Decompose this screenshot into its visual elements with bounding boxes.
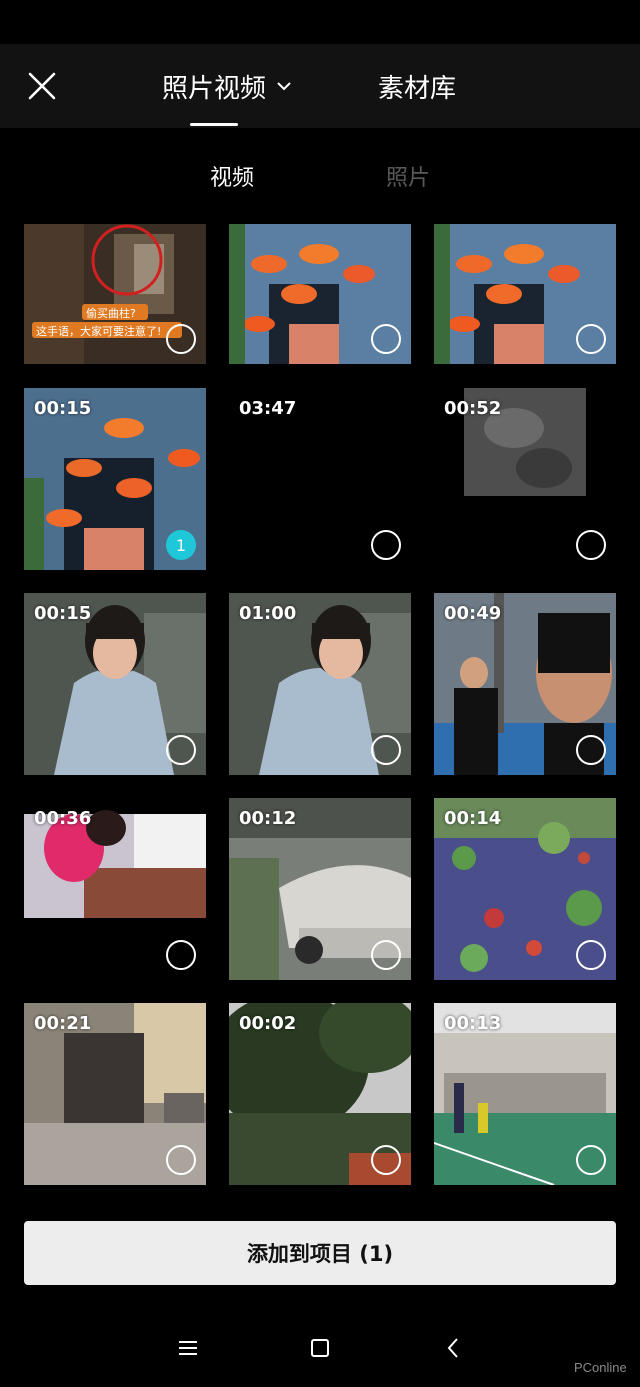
media-thumb[interactable]: 00:52 xyxy=(434,388,616,570)
tab-material-library-label: 素材库 xyxy=(378,73,457,104)
subtab-photo[interactable]: 照片 xyxy=(386,158,430,194)
duration-label: 03:47 xyxy=(239,398,297,419)
media-thumb[interactable]: 00:15 1 xyxy=(24,388,206,570)
back-chevron-icon xyxy=(447,1338,458,1358)
close-button[interactable] xyxy=(22,66,62,106)
select-circle[interactable] xyxy=(371,735,401,765)
nav-back-button[interactable] xyxy=(434,1331,474,1365)
chevron-down-icon xyxy=(277,82,291,91)
selected-badge[interactable]: 1 xyxy=(166,530,196,560)
media-thumb[interactable]: 00:15 xyxy=(24,593,206,775)
duration-label: 00:12 xyxy=(239,808,297,829)
duration-label: 00:52 xyxy=(444,398,502,419)
duration-label: 00:15 xyxy=(34,398,92,419)
duration-label: 00:13 xyxy=(444,1013,502,1034)
media-thumb[interactable]: 01:00 xyxy=(229,593,411,775)
thumb-caption-question: 偷买曲柱? xyxy=(86,307,136,320)
add-to-project-button[interactable]: 添加到项目 (1) xyxy=(24,1221,616,1285)
select-circle[interactable] xyxy=(576,1145,606,1175)
duration-label: 00:02 xyxy=(239,1013,297,1034)
select-circle[interactable] xyxy=(166,940,196,970)
select-circle[interactable] xyxy=(576,324,606,354)
duration-label: 00:14 xyxy=(444,808,502,829)
active-tab-indicator xyxy=(190,123,238,126)
media-thumb[interactable]: 03:47 xyxy=(229,388,411,570)
menu-icon xyxy=(179,1341,197,1355)
select-circle[interactable] xyxy=(166,1145,196,1175)
select-circle[interactable] xyxy=(371,940,401,970)
media-thumb[interactable] xyxy=(434,224,616,406)
nav-menu-button[interactable] xyxy=(168,1331,208,1365)
media-thumb[interactable]: 00:14 xyxy=(434,798,616,980)
close-icon xyxy=(28,72,56,100)
select-circle[interactable] xyxy=(371,530,401,560)
select-circle[interactable] xyxy=(576,735,606,765)
select-circle[interactable] xyxy=(576,530,606,560)
media-thumb[interactable]: 偷买曲柱? 这手语，大家可要注意了! xyxy=(24,224,206,406)
top-bar: 照片视频 素材库 xyxy=(0,44,640,128)
select-circle[interactable] xyxy=(371,324,401,354)
watermark: PConline xyxy=(574,1360,627,1375)
select-circle[interactable] xyxy=(166,735,196,765)
duration-label: 00:49 xyxy=(444,603,502,624)
tab-material-library[interactable]: 素材库 xyxy=(378,66,456,106)
media-picker-screen: 照片视频 素材库 视频 照片 偷买曲柱? 这手语，大家可要注意了! 00:15 … xyxy=(0,0,640,1387)
media-thumb[interactable]: 00:36 xyxy=(24,798,206,980)
duration-label: 00:15 xyxy=(34,603,92,624)
nav-home-button[interactable] xyxy=(300,1331,340,1365)
media-thumb[interactable]: 00:12 xyxy=(229,798,411,980)
duration-label: 01:00 xyxy=(239,603,297,624)
media-thumb[interactable]: 00:13 xyxy=(434,1003,616,1185)
duration-label: 00:36 xyxy=(34,808,92,829)
select-circle[interactable] xyxy=(576,940,606,970)
media-thumb[interactable]: 00:02 xyxy=(229,1003,411,1185)
home-square-icon xyxy=(311,1339,329,1357)
media-thumb[interactable]: 00:49 xyxy=(434,593,616,775)
select-circle[interactable] xyxy=(166,324,196,354)
tab-photos-videos[interactable]: 照片视频 xyxy=(162,66,292,106)
select-circle[interactable] xyxy=(371,1145,401,1175)
thumb-caption-warning: 这手语，大家可要注意了! xyxy=(36,325,162,338)
tab-photos-videos-label: 照片视频 xyxy=(162,73,267,104)
media-thumb[interactable] xyxy=(229,224,411,406)
duration-label: 00:21 xyxy=(34,1013,92,1034)
media-thumb[interactable]: 00:21 xyxy=(24,1003,206,1185)
subtab-video[interactable]: 视频 xyxy=(210,158,254,194)
